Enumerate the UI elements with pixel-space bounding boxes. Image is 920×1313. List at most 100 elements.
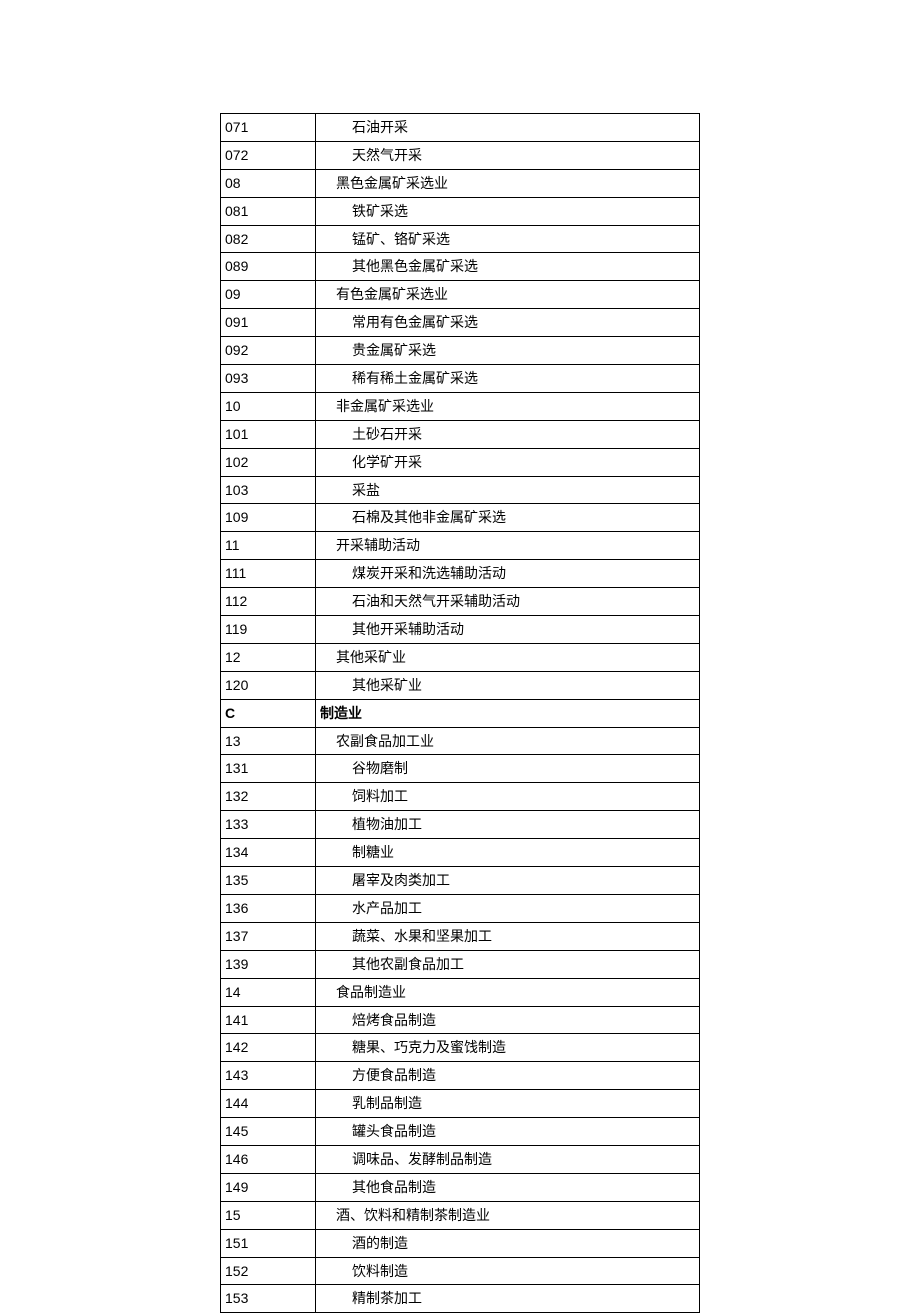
industry-name: 贵金属矿采选 <box>316 337 700 365</box>
industry-name-text: 锰矿、铬矿采选 <box>320 231 450 247</box>
industry-name: 锰矿、铬矿采选 <box>316 225 700 253</box>
industry-code: 131 <box>221 755 316 783</box>
table-row: 143方便食品制造 <box>221 1062 700 1090</box>
industry-code: 135 <box>221 867 316 895</box>
table-row: 136水产品加工 <box>221 894 700 922</box>
industry-name: 土砂石开采 <box>316 420 700 448</box>
industry-name-text: 其他黑色金属矿采选 <box>320 258 478 274</box>
table-row: 15酒、饮料和精制茶制造业 <box>221 1201 700 1229</box>
table-row: 101土砂石开采 <box>221 420 700 448</box>
table-row: 145罐头食品制造 <box>221 1118 700 1146</box>
industry-name-text: 饮料制造 <box>320 1263 408 1279</box>
industry-name: 罐头食品制造 <box>316 1118 700 1146</box>
industry-name-text: 常用有色金属矿采选 <box>320 314 478 330</box>
industry-code: 151 <box>221 1229 316 1257</box>
table-row: 142糖果、巧克力及蜜饯制造 <box>221 1034 700 1062</box>
industry-name: 煤炭开采和洗选辅助活动 <box>316 560 700 588</box>
industry-code: 089 <box>221 253 316 281</box>
industry-name-text: 精制茶加工 <box>320 1290 422 1306</box>
industry-name-text: 食品制造业 <box>320 984 406 1000</box>
table-row: 14食品制造业 <box>221 978 700 1006</box>
industry-name-text: 稀有稀土金属矿采选 <box>320 370 478 386</box>
industry-name-text: 其他采矿业 <box>320 677 422 693</box>
industry-name: 乳制品制造 <box>316 1090 700 1118</box>
industry-code: 119 <box>221 616 316 644</box>
table-row: 10非金属矿采选业 <box>221 392 700 420</box>
table-row: 09有色金属矿采选业 <box>221 281 700 309</box>
industry-name-text: 植物油加工 <box>320 816 422 832</box>
industry-code: 139 <box>221 950 316 978</box>
industry-name-text: 方便食品制造 <box>320 1067 436 1083</box>
industry-name-text: 铁矿采选 <box>320 203 408 219</box>
industry-code: 13 <box>221 727 316 755</box>
table-row: 091常用有色金属矿采选 <box>221 309 700 337</box>
table-row: C制造业 <box>221 699 700 727</box>
industry-name: 水产品加工 <box>316 894 700 922</box>
table-row: 071石油开采 <box>221 114 700 142</box>
industry-name: 农副食品加工业 <box>316 727 700 755</box>
industry-name-text: 有色金属矿采选业 <box>320 286 448 302</box>
industry-name-text: 酒、饮料和精制茶制造业 <box>320 1207 490 1223</box>
industry-name: 制造业 <box>316 699 700 727</box>
industry-name: 石油开采 <box>316 114 700 142</box>
industry-code: 152 <box>221 1257 316 1285</box>
industry-name: 谷物磨制 <box>316 755 700 783</box>
industry-name-text: 制造业 <box>320 705 362 721</box>
industry-name: 铁矿采选 <box>316 197 700 225</box>
table-row: 089其他黑色金属矿采选 <box>221 253 700 281</box>
industry-code: 14 <box>221 978 316 1006</box>
table-row: 081铁矿采选 <box>221 197 700 225</box>
industry-name-text: 石油和天然气开采辅助活动 <box>320 593 520 609</box>
industry-name: 常用有色金属矿采选 <box>316 309 700 337</box>
industry-code: 144 <box>221 1090 316 1118</box>
industry-code: 111 <box>221 560 316 588</box>
table-row: 132饲料加工 <box>221 783 700 811</box>
industry-name-text: 水产品加工 <box>320 900 422 916</box>
industry-name-text: 化学矿开采 <box>320 454 422 470</box>
table-row: 137蔬菜、水果和坚果加工 <box>221 922 700 950</box>
industry-name-text: 非金属矿采选业 <box>320 398 434 414</box>
industry-code: 136 <box>221 894 316 922</box>
industry-name-text: 乳制品制造 <box>320 1095 422 1111</box>
industry-table: 071石油开采072天然气开采08黑色金属矿采选业081铁矿采选082锰矿、铬矿… <box>220 113 700 1313</box>
table-row: 093稀有稀土金属矿采选 <box>221 365 700 393</box>
industry-name: 其他黑色金属矿采选 <box>316 253 700 281</box>
table-row: 135屠宰及肉类加工 <box>221 867 700 895</box>
table-row: 103采盐 <box>221 476 700 504</box>
industry-code: 101 <box>221 420 316 448</box>
industry-code: 134 <box>221 839 316 867</box>
industry-code: 141 <box>221 1006 316 1034</box>
industry-name: 黑色金属矿采选业 <box>316 169 700 197</box>
industry-name-text: 制糖业 <box>320 844 394 860</box>
industry-name: 酒、饮料和精制茶制造业 <box>316 1201 700 1229</box>
industry-code: 092 <box>221 337 316 365</box>
industry-name-text: 采盐 <box>320 482 380 498</box>
table-row: 153精制茶加工 <box>221 1285 700 1313</box>
industry-name-text: 罐头食品制造 <box>320 1123 436 1139</box>
table-row: 149其他食品制造 <box>221 1173 700 1201</box>
industry-name: 其他食品制造 <box>316 1173 700 1201</box>
industry-code: 145 <box>221 1118 316 1146</box>
industry-name: 石棉及其他非金属矿采选 <box>316 504 700 532</box>
industry-code: 112 <box>221 588 316 616</box>
industry-code: C <box>221 699 316 727</box>
industry-name: 其他采矿业 <box>316 671 700 699</box>
industry-name: 调味品、发酵制品制造 <box>316 1145 700 1173</box>
industry-name-text: 石油开采 <box>320 119 408 135</box>
industry-code: 137 <box>221 922 316 950</box>
industry-code: 102 <box>221 448 316 476</box>
table-row: 092贵金属矿采选 <box>221 337 700 365</box>
table-row: 12其他采矿业 <box>221 643 700 671</box>
industry-code: 142 <box>221 1034 316 1062</box>
industry-name-text: 其他采矿业 <box>320 649 406 665</box>
industry-name: 植物油加工 <box>316 811 700 839</box>
industry-name: 石油和天然气开采辅助活动 <box>316 588 700 616</box>
industry-name-text: 农副食品加工业 <box>320 733 434 749</box>
industry-code: 109 <box>221 504 316 532</box>
table-row: 109石棉及其他非金属矿采选 <box>221 504 700 532</box>
table-row: 072天然气开采 <box>221 141 700 169</box>
industry-code: 091 <box>221 309 316 337</box>
industry-name: 饮料制造 <box>316 1257 700 1285</box>
industry-code: 081 <box>221 197 316 225</box>
industry-table-container: 071石油开采072天然气开采08黑色金属矿采选业081铁矿采选082锰矿、铬矿… <box>220 113 700 1313</box>
